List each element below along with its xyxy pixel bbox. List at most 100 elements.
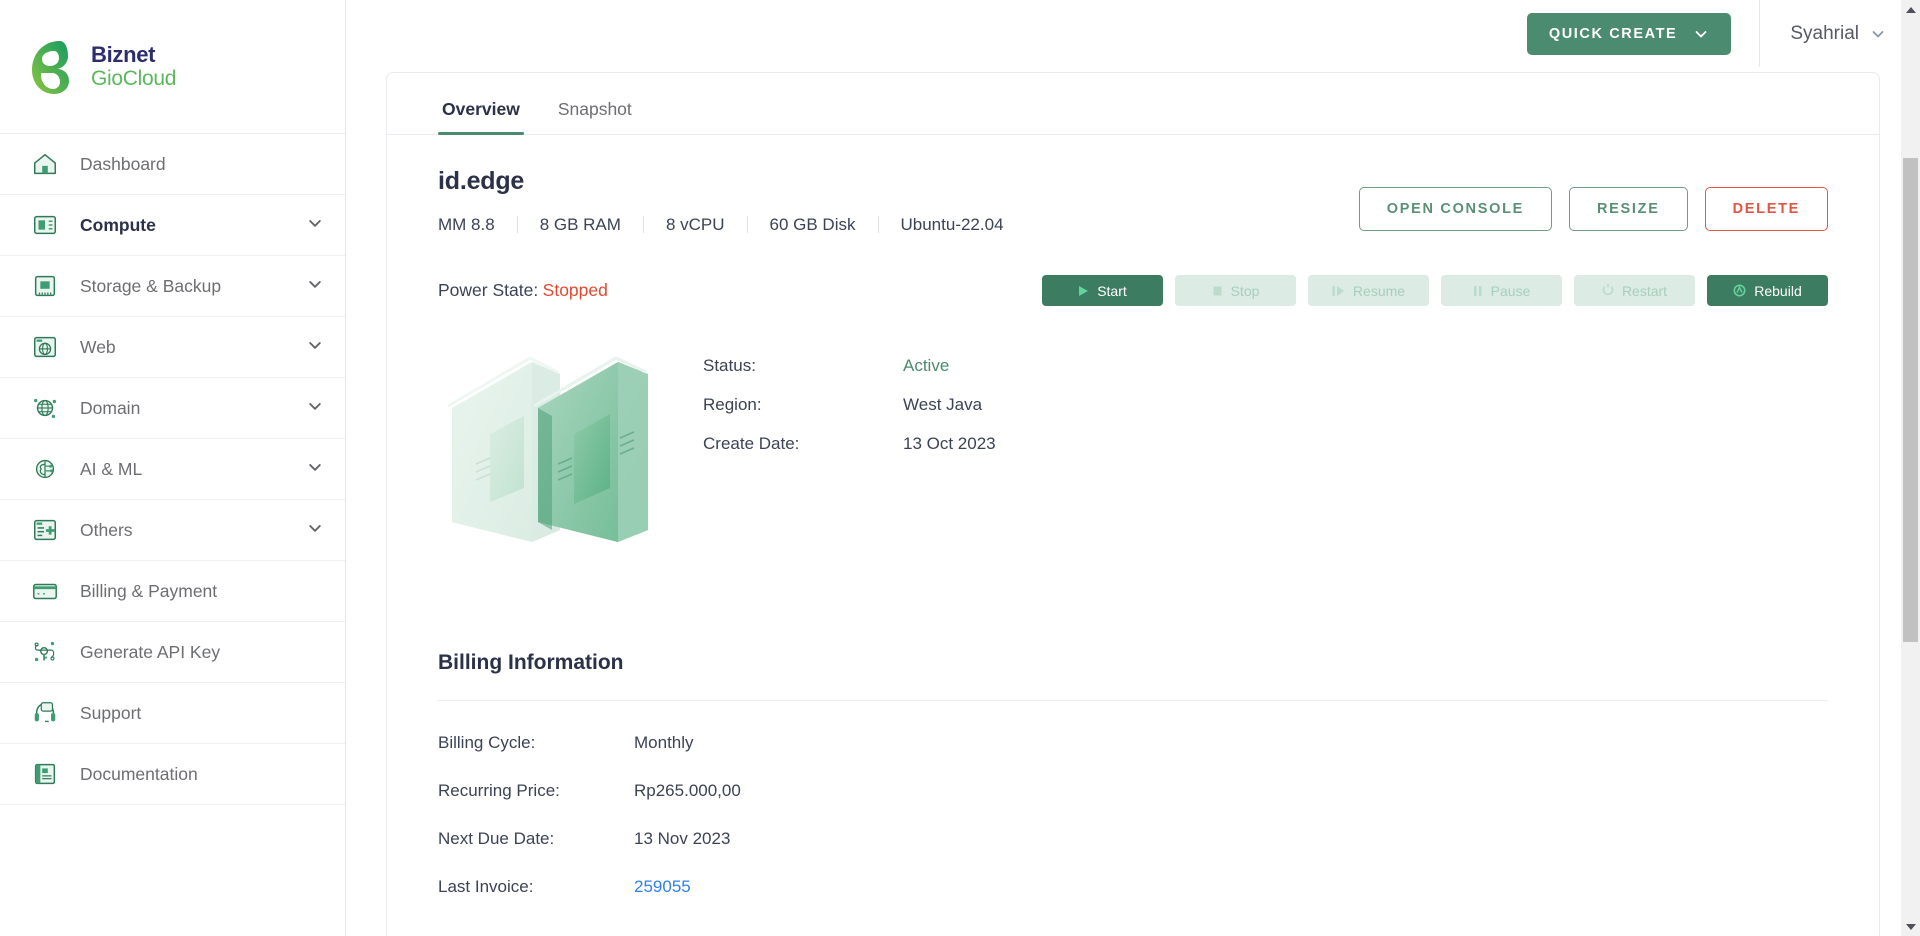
quick-create-button[interactable]: QUICK CREATE (1526, 12, 1732, 55)
caret-up-icon (1905, 6, 1916, 13)
sidebar-item-ai-ml[interactable]: AI & ML (0, 439, 345, 500)
billing-row: Last Invoice: 259055 (438, 877, 1828, 897)
billing-table: Billing Cycle: Monthly Recurring Price: Rp2… (438, 733, 1828, 936)
resize-button[interactable]: RESIZE (1569, 187, 1688, 231)
billing-key: Billing Cycle: (438, 733, 536, 752)
resume-button: Resume (1308, 275, 1429, 306)
power-button-label: Restart (1621, 282, 1668, 299)
info-row: Region: West Java (703, 395, 996, 415)
delete-button[interactable]: DELETE (1704, 187, 1828, 231)
sidebar-item-storage-backup[interactable]: Storage & Backup (0, 256, 345, 317)
invoice-link[interactable]: 259055 (634, 877, 691, 897)
sidebar-nav: Dashboard Compute Storage & Backup Web Domai… (0, 134, 345, 805)
billing-row: Next Due Date: 13 Nov 2023 (438, 829, 1828, 849)
domain-globe-icon (30, 393, 60, 423)
sidebar-item-support[interactable]: Support (0, 683, 345, 744)
power-button-label: Resume (1352, 282, 1406, 299)
card-body: id.edge MM 8.8 8 GB RAM 8 vCPU 60 GB Disk Ub… (387, 135, 1879, 936)
vertical-scrollbar[interactable] (1901, 0, 1920, 936)
sidebar-item-documentation[interactable]: Documentation (0, 744, 345, 805)
rebuild-icon (1733, 284, 1746, 297)
billing-row: Billing Cycle: Monthly (438, 733, 1828, 753)
chevron-down-icon[interactable] (307, 398, 323, 419)
sidebar-item-label: Storage & Backup (80, 275, 222, 296)
sidebar-item-label: Web (80, 336, 116, 357)
server-overview: Status: Active Region: West Java Create Date… (438, 340, 1828, 551)
power-button-label: Stop (1230, 282, 1260, 299)
chevron-down-icon[interactable] (307, 337, 323, 358)
others-icon (30, 515, 60, 545)
server-spec: 8 GB RAM (518, 216, 644, 233)
chevron-down-icon[interactable] (307, 459, 323, 480)
sidebar-item-billing-payment[interactable]: Billing & Payment (0, 561, 345, 622)
credit-card-icon (30, 576, 60, 606)
stop-icon (1212, 285, 1223, 297)
server-info-table: Status: Active Region: West Java Create Date… (703, 340, 996, 551)
sidebar-item-others[interactable]: Others (0, 500, 345, 561)
billing-divider (438, 700, 1828, 701)
home-icon (30, 149, 60, 179)
page-title: id.edge (438, 167, 525, 195)
server-actions: OPEN CONSOLE RESIZE DELETE (1358, 167, 1828, 231)
sidebar-item-label: Support (80, 702, 142, 723)
rebuild-button[interactable]: Rebuild (1707, 275, 1828, 306)
chevron-down-icon[interactable] (307, 215, 323, 236)
sidebar-item-domain[interactable]: Domain (0, 378, 345, 439)
sidebar-item-label: Others (80, 519, 133, 540)
pause-button: Pause (1441, 275, 1562, 306)
server-detail-card: Overview Snapshot id.edge MM 8.8 8 GB RAM 8… (386, 72, 1880, 936)
sidebar-item-generate-api-key[interactable]: Generate API Key (0, 622, 345, 683)
sidebar-item-compute[interactable]: Compute (0, 195, 345, 256)
chevron-down-icon (1872, 30, 1884, 37)
biznet-logo-icon (32, 40, 69, 94)
resume-icon (1332, 285, 1345, 297)
sidebar: Biznet GioCloud Dashboard Compute Storage … (0, 0, 346, 936)
billing-value: Rp265.000,00 (634, 781, 741, 800)
user-menu[interactable]: Syahrial (1760, 0, 1920, 67)
billing-key: Next Due Date: (438, 829, 555, 848)
info-row: Status: Active (703, 356, 996, 376)
topbar: QUICK CREATE Syahrial (346, 0, 1920, 67)
scroll-down-button[interactable] (1901, 917, 1920, 936)
sidebar-item-label: Generate API Key (80, 641, 221, 662)
server-specs: MM 8.8 8 GB RAM 8 vCPU 60 GB Disk Ubuntu-22.… (438, 216, 1026, 233)
main-region: QUICK CREATE Syahrial Overview Snapshot (346, 0, 1920, 936)
server-spec: MM 8.8 (438, 216, 518, 233)
caret-down-icon (1905, 923, 1916, 930)
power-button-label: Pause (1490, 282, 1531, 299)
sidebar-item-dashboard[interactable]: Dashboard (0, 134, 345, 195)
sidebar-item-web[interactable]: Web (0, 317, 345, 378)
power-button-label: Start (1097, 282, 1127, 299)
server-identity: id.edge MM 8.8 8 GB RAM 8 vCPU 60 GB Disk Ub… (438, 167, 1026, 233)
api-key-icon (30, 637, 60, 667)
sidebar-item-label: Documentation (80, 763, 198, 784)
brand-logo[interactable]: Biznet GioCloud (0, 0, 345, 134)
sidebar-item-label: Compute (80, 214, 156, 235)
compute-icon (30, 210, 60, 240)
start-button[interactable]: Start (1042, 275, 1163, 306)
billing-section-title: Billing Information (438, 651, 624, 674)
scroll-up-button[interactable] (1901, 0, 1920, 19)
sidebar-item-label: AI & ML (80, 458, 143, 479)
chevron-down-icon[interactable] (307, 520, 323, 541)
play-icon (1078, 285, 1089, 297)
info-key: Region: (703, 395, 762, 414)
headset-icon (30, 698, 60, 728)
power-row: Power State: Stopped Start Stop Resume Paus… (438, 275, 1828, 306)
chevron-down-icon[interactable] (307, 276, 323, 297)
info-row: Create Date: 13 Oct 2023 (703, 434, 996, 454)
open-console-button[interactable]: OPEN CONSOLE (1358, 187, 1553, 231)
power-controls: Start Stop Resume Pause Restart Rebuild (1042, 275, 1828, 306)
billing-key: Recurring Price: (438, 781, 560, 800)
server-spec: 60 GB Disk (748, 216, 879, 233)
billing-key: Last Invoice: (438, 877, 534, 896)
restart-button: Restart (1574, 275, 1695, 306)
tab-overview[interactable]: Overview (438, 99, 524, 135)
brand-name-top: Biznet (91, 42, 156, 67)
chevron-down-icon (1695, 30, 1707, 37)
detail-tabs: Overview Snapshot (387, 73, 1879, 135)
tab-snapshot[interactable]: Snapshot (554, 99, 636, 134)
brain-icon (30, 454, 60, 484)
pause-icon (1473, 285, 1483, 297)
scrollbar-thumb[interactable] (1903, 158, 1918, 642)
